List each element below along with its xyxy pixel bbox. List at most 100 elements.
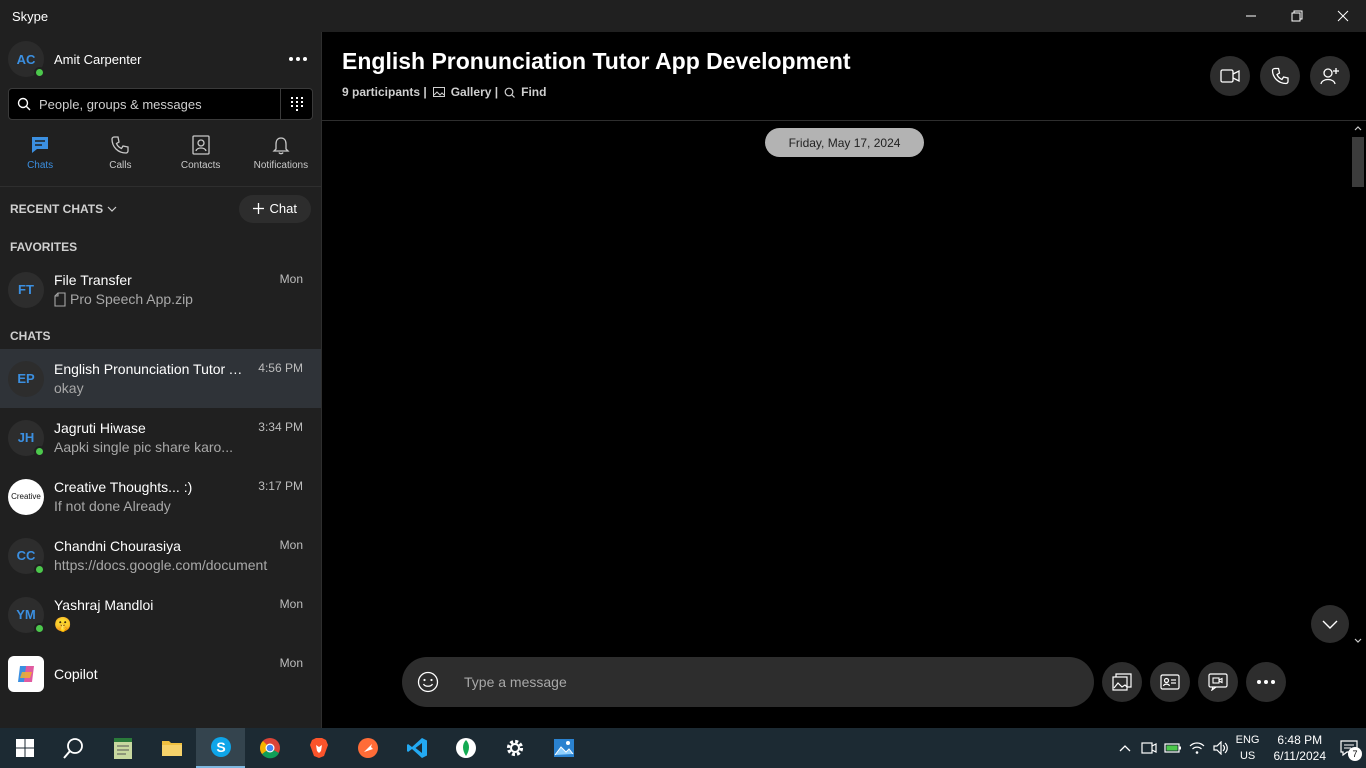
chevron-down-icon — [107, 206, 117, 212]
smiley-icon — [417, 671, 439, 693]
message-scrollbar[interactable] — [1350, 121, 1366, 647]
add-user-icon — [1320, 68, 1339, 85]
start-button[interactable] — [0, 728, 49, 768]
brave-lion-icon — [309, 738, 328, 758]
close-icon — [1337, 10, 1349, 22]
language-indicator[interactable]: ENG US — [1236, 732, 1260, 764]
search-icon — [504, 87, 516, 98]
recent-chats-toggle[interactable]: RECENT CHATS — [10, 202, 239, 216]
tab-chats-label: Chats — [27, 160, 54, 171]
chrome-icon — [259, 738, 280, 759]
profile-avatar[interactable]: AC — [8, 41, 45, 78]
taskbar-mongodb[interactable] — [441, 728, 490, 768]
avatar-initials: YM — [16, 607, 36, 622]
taskbar-clock[interactable]: 6:48 PM 6/11/2024 — [1274, 732, 1327, 764]
jump-to-latest-button[interactable] — [1311, 605, 1349, 643]
message-input[interactable] — [464, 674, 1064, 690]
chevron-down-icon — [1354, 638, 1362, 643]
taskbar-chrome[interactable] — [245, 728, 294, 768]
camera-tray-icon[interactable] — [1140, 739, 1158, 757]
chat-item-yashraj[interactable]: YM Yashraj Mandloi 🤫 Mon — [0, 585, 321, 644]
taskbar-vscode[interactable] — [392, 728, 441, 768]
new-chat-button[interactable]: Chat — [238, 194, 311, 223]
image-gallery-icon — [1112, 673, 1132, 691]
avatar-logo-text: Creative — [11, 492, 41, 501]
participants-link[interactable]: 9 participants | — [342, 85, 427, 99]
vscode-icon — [406, 738, 427, 758]
chat-item-jagruti[interactable]: JH Jagruti Hiwase Aapki single pic share… — [0, 408, 321, 467]
chat-item-chandni[interactable]: CC Chandni Chourasiya https://docs.googl… — [0, 526, 321, 585]
video-camera-icon — [1220, 69, 1240, 83]
show-hidden-icons-button[interactable] — [1116, 739, 1134, 757]
emoji-button[interactable] — [414, 668, 442, 696]
tab-chats[interactable]: Chats — [0, 120, 80, 186]
chat-item-creative-thoughts[interactable]: Creative Creative Thoughts... :) If not … — [0, 467, 321, 526]
gear-icon — [506, 739, 523, 757]
online-status-icon — [34, 622, 45, 634]
chat-name: Copilot — [54, 665, 98, 682]
search-bar — [8, 88, 313, 120]
tab-calls[interactable]: Calls — [80, 120, 160, 186]
send-contact-button[interactable] — [1150, 662, 1190, 702]
profile-name[interactable]: Amit Carpenter — [54, 52, 283, 67]
video-message-icon — [1208, 673, 1228, 691]
avatar-initials: CC — [16, 548, 36, 563]
chat-preview: If not done Already — [54, 498, 171, 514]
find-link[interactable]: Find — [521, 85, 546, 99]
battery-tray-icon[interactable] — [1164, 739, 1182, 757]
audio-call-button[interactable] — [1260, 56, 1300, 96]
chat-name: Creative Thoughts... :) — [54, 479, 193, 495]
online-status-icon — [34, 445, 45, 457]
send-media-button[interactable] — [1102, 662, 1142, 702]
webcam-icon — [1141, 742, 1157, 754]
restore-button[interactable] — [1274, 0, 1320, 32]
copilot-logo-icon — [8, 655, 44, 692]
avatar-logo: Creative — [8, 478, 44, 515]
conversation-pane: English Pronunciation Tutor App Developm… — [322, 32, 1366, 728]
taskbar-file-explorer[interactable] — [147, 728, 196, 768]
clock-time: 6:48 PM — [1277, 733, 1323, 747]
favorite-item[interactable]: FT File Transfer Pro Speech App.zip Mon — [0, 260, 321, 319]
tab-notifications[interactable]: Notifications — [241, 120, 321, 186]
photos-icon — [553, 739, 574, 757]
scroll-thumb[interactable] — [1352, 137, 1364, 187]
plus-icon — [252, 203, 264, 214]
tab-contacts[interactable]: Contacts — [161, 120, 241, 186]
conversation-title[interactable]: English Pronunciation Tutor App Developm… — [342, 48, 1346, 75]
taskbar-search-button[interactable] — [49, 728, 98, 768]
video-call-button[interactable] — [1210, 56, 1250, 96]
taskbar-photos[interactable] — [539, 728, 588, 768]
taskbar-notepad-app[interactable] — [98, 728, 147, 768]
add-people-button[interactable] — [1310, 56, 1350, 96]
message-composer — [402, 657, 1094, 707]
taskbar-settings[interactable] — [490, 728, 539, 768]
chat-name: Jagruti Hiwase — [54, 420, 146, 436]
close-button[interactable] — [1320, 0, 1366, 32]
wifi-icon — [1189, 742, 1205, 754]
avatar-initials: FT — [18, 282, 34, 297]
chat-preview-text: Pro Speech App.zip — [70, 291, 193, 307]
taskbar: S ENG US 6:48 PM 6/11/2024 7 — [0, 728, 1366, 768]
volume-tray-icon[interactable] — [1212, 739, 1230, 757]
taskbar-skype[interactable]: S — [196, 728, 245, 768]
scroll-down-button[interactable] — [1350, 633, 1366, 647]
taskbar-brave[interactable] — [294, 728, 343, 768]
search-icon — [62, 738, 83, 759]
more-actions-button[interactable] — [1246, 662, 1286, 702]
search-box[interactable] — [9, 89, 280, 119]
taskbar-postman[interactable] — [343, 728, 392, 768]
chat-item-english-pronunciation[interactable]: EP English Pronunciation Tutor App Devel… — [0, 349, 321, 408]
avatar: JH — [8, 419, 45, 457]
gallery-link[interactable]: Gallery | — [451, 85, 498, 99]
notification-center-button[interactable]: 7 — [1340, 739, 1362, 761]
avatar: YM — [8, 596, 45, 634]
video-message-button[interactable] — [1198, 662, 1238, 702]
scroll-up-button[interactable] — [1350, 121, 1366, 135]
dialpad-button[interactable] — [280, 89, 312, 119]
minimize-button[interactable] — [1228, 0, 1274, 32]
chat-item-copilot[interactable]: Copilot Mon — [0, 644, 321, 703]
search-input[interactable] — [39, 96, 259, 112]
more-options-button[interactable] — [283, 44, 313, 74]
network-tray-icon[interactable] — [1188, 739, 1206, 757]
clock-date: 6/11/2024 — [1273, 749, 1327, 763]
